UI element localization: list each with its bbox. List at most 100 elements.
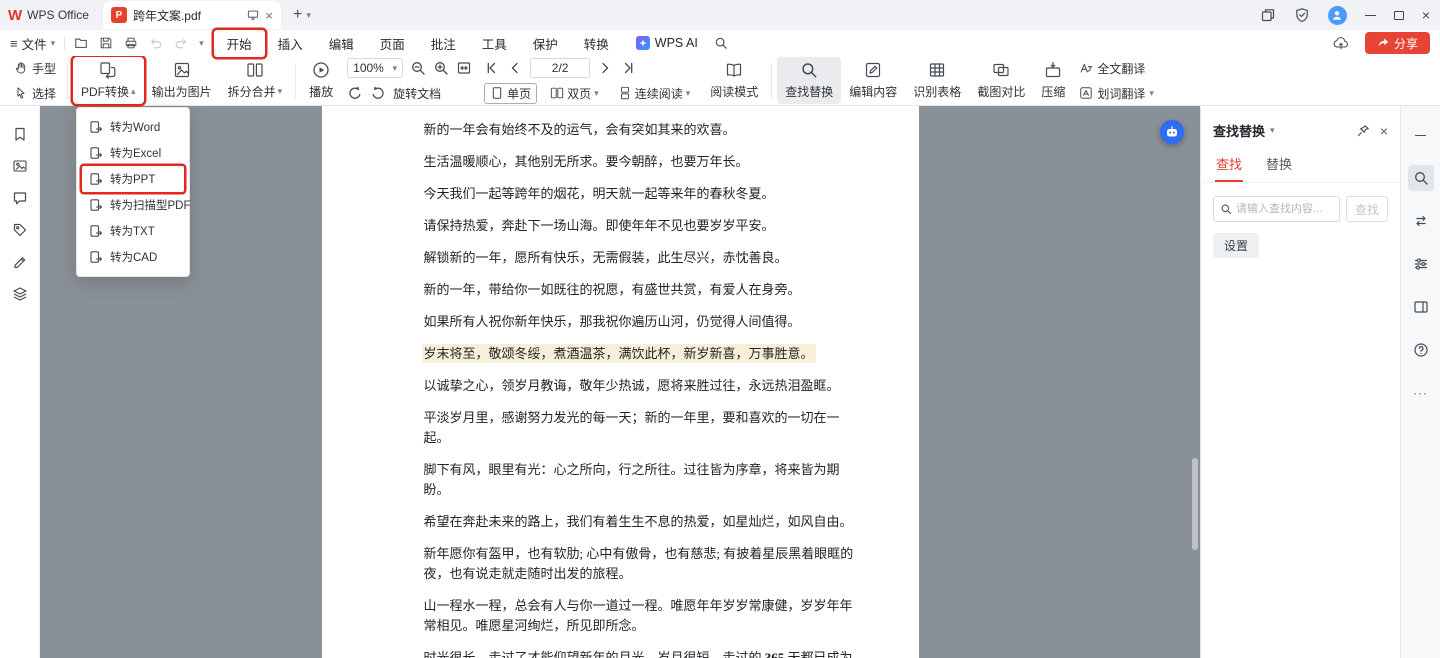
save-icon[interactable] [99,36,113,50]
comments-icon[interactable] [12,190,28,206]
adjust-settings-icon[interactable] [1408,251,1434,277]
pin-icon[interactable] [1356,124,1370,138]
pdf-convert-button[interactable]: PDF转换▴ [73,57,144,104]
rotate-right-icon[interactable] [370,85,386,101]
continuous-read-button[interactable]: 连续阅读 ▾ [612,83,697,104]
menu-item-label: 转为Excel [110,145,161,161]
settings-button[interactable]: 设置 [1213,233,1259,258]
menu-tab-convert[interactable]: 转换 [571,30,622,57]
attachments-icon[interactable] [12,222,28,238]
search-input-box[interactable] [1213,196,1340,222]
print-icon[interactable] [124,36,138,50]
fit-page-icon[interactable] [456,60,472,76]
more-icon[interactable]: ··· [1408,380,1434,406]
hamburger-icon: ≡ [10,36,18,51]
tab-list-chevron-icon[interactable]: ▾ [306,11,311,20]
collapse-panel-icon[interactable] [1408,122,1434,148]
tab-monitor-icon[interactable] [247,9,259,21]
tab-find[interactable]: 查找 [1215,150,1243,182]
panel-title-chevron-icon[interactable]: ▾ [1270,126,1275,135]
file-menu[interactable]: ≡ 文件 ▾ [10,34,55,53]
help-icon[interactable] [1408,337,1434,363]
document-viewport[interactable]: 新的一年会有始终不及的运气，会有突如其来的欢喜。 生活温暖顺心，其他别无所求。要… [40,106,1200,658]
translate-switch-icon[interactable] [1408,208,1434,234]
find-button[interactable]: 查找 [1346,196,1388,222]
share-button[interactable]: 分享 [1365,32,1430,54]
edit-pen-icon [864,61,882,79]
tab-overview-icon[interactable] [1260,7,1276,23]
document-tab[interactable]: P 跨年文案.pdf × [103,1,281,29]
menu-tab-page[interactable]: 页面 [367,30,418,57]
menu-item-to-word[interactable]: 转为Word [82,114,184,140]
vertical-scrollbar[interactable] [1192,458,1198,550]
menu-tab-insert[interactable]: 插入 [265,30,316,57]
wps-assistant-badge[interactable] [1160,120,1184,144]
paragraph: 如果所有人祝你新年快乐，那我祝你遍历山河，仍觉得人间值得。 [424,312,861,332]
rotate-document-button[interactable]: 旋转文档 [393,85,441,102]
menu-item-to-cad[interactable]: 转为CAD [82,244,184,270]
new-tab-button[interactable]: + [293,0,302,30]
minimize-button[interactable] [1365,0,1376,30]
menu-tab-comment[interactable]: 批注 [418,30,469,57]
maximize-button[interactable] [1394,0,1404,30]
tab-replace[interactable]: 替换 [1265,150,1293,182]
menu-tab-tools[interactable]: 工具 [469,30,520,57]
menu-item-to-txt[interactable]: 转为TXT [82,218,184,244]
find-input[interactable] [1236,203,1333,215]
cloud-upload-icon[interactable] [1333,35,1349,51]
menu-tab-edit[interactable]: 编辑 [316,30,367,57]
tab-close-icon[interactable]: × [265,8,273,23]
search-icon[interactable] [1408,165,1434,191]
edit-content-button[interactable]: 编辑内容 [841,57,905,104]
page-number-input[interactable]: 2/2 [530,58,590,78]
undo-icon[interactable] [149,36,163,50]
previous-page-icon[interactable] [507,60,523,76]
quick-access-chevron-icon[interactable]: ▾ [199,39,204,48]
menu-tab-protect[interactable]: 保护 [520,30,571,57]
first-page-icon[interactable] [484,60,500,76]
translate-full-button[interactable]: 全文翻译 [1079,58,1154,78]
pdf-convert-icon [99,61,117,79]
wps-ai-button[interactable]: WPS AI [630,36,704,50]
security-shield-icon[interactable] [1294,7,1310,23]
play-button[interactable]: 播放 [301,57,341,104]
annotate-pen-icon[interactable] [12,254,28,270]
zoom-select[interactable]: 100% ▾ [347,58,403,78]
tab-title: 跨年文案.pdf [133,7,241,24]
find-replace-button[interactable]: 查找替换 [777,57,841,104]
menu-search-icon[interactable] [714,36,728,50]
menu-tab-home[interactable]: 开始 [214,30,265,57]
zoom-in-icon[interactable] [433,60,449,76]
bookmarks-icon[interactable] [12,126,28,142]
single-page-button[interactable]: 单页 [484,83,537,104]
translate-word-button[interactable]: 划词翻译 ▾ [1079,83,1154,103]
compress-button[interactable]: 压缩 [1033,57,1073,104]
hand-tool-button[interactable]: 手型 [14,58,56,78]
last-page-icon[interactable] [620,60,636,76]
compress-label: 压缩 [1041,83,1065,100]
menu-item-to-excel[interactable]: 转为Excel [82,140,184,166]
close-button[interactable]: × [1422,0,1430,30]
chevron-up-icon: ▴ [131,87,136,96]
avatar[interactable] [1328,6,1347,25]
side-panel-icon[interactable] [1408,294,1434,320]
rotate-left-icon[interactable] [347,85,363,101]
menu-item-to-ppt[interactable]: 转为PPT [82,166,184,192]
split-merge-button[interactable]: 拆分合并▾ [220,57,291,104]
screenshot-compare-button[interactable]: 截图对比 [969,57,1033,104]
open-file-icon[interactable] [74,36,88,50]
next-page-icon[interactable] [597,60,613,76]
export-image-icon [173,61,191,79]
select-tool-button[interactable]: 选择 [14,83,56,103]
read-mode-button[interactable]: 阅读模式 [702,57,766,104]
double-page-button[interactable]: 双页 ▾ [544,83,605,104]
export-image-button[interactable]: 输出为图片 [144,57,220,104]
menu-item-to-scanned-pdf[interactable]: 转为扫描型PDF [82,192,184,218]
panel-title: 查找替换 [1213,121,1265,140]
redo-icon[interactable] [174,36,188,50]
recognize-table-button[interactable]: 识别表格 [905,57,969,104]
thumbnails-icon[interactable] [12,158,28,174]
layers-icon[interactable] [12,286,28,302]
zoom-out-icon[interactable] [410,60,426,76]
panel-close-icon[interactable]: × [1380,124,1388,138]
